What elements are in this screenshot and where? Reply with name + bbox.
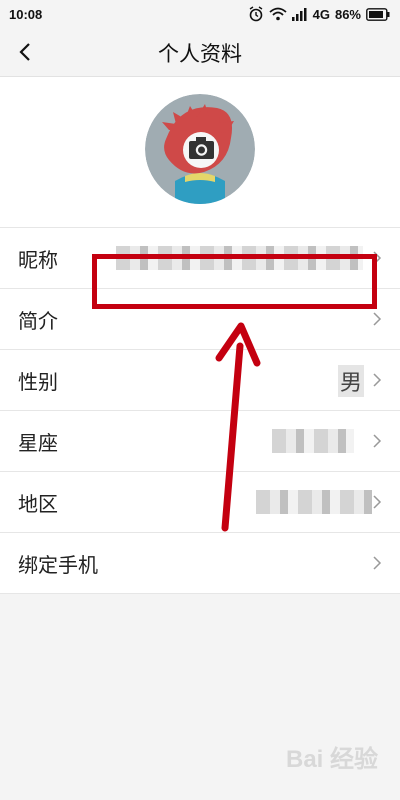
chevron-right-icon [373,251,382,265]
zodiac-row[interactable]: 星座 [0,411,400,472]
chevron-right-icon [373,373,382,387]
profile-rows: 昵称 简介 性别 男 星座 地区 绑定手机 [0,227,400,594]
page-title: 个人资料 [158,42,242,66]
nickname-value-blurred [116,246,363,270]
status-indicators: 4G 86% [248,6,390,22]
nickname-row[interactable]: 昵称 [0,228,400,289]
avatar[interactable] [145,94,255,204]
chevron-right-icon [373,495,382,509]
profile-section [0,77,400,227]
network-label: 4G [312,6,330,22]
zodiac-label: 星座 [18,431,58,455]
watermark: Bai 经验 [285,746,378,773]
signal-icon [291,8,307,21]
region-row[interactable]: 地区 [0,472,400,533]
chevron-right-icon [373,312,382,326]
bind-phone-label: 绑定手机 [18,553,98,577]
bind-phone-row[interactable]: 绑定手机 [0,533,400,594]
zodiac-value-blurred [272,429,354,453]
region-label: 地区 [18,492,58,516]
chevron-right-icon [373,434,382,448]
region-value-blurred [256,490,372,514]
alarm-icon [249,6,263,22]
wifi-icon [269,7,287,21]
status-bar: 10:08 4G 86% [0,0,400,28]
gender-row[interactable]: 性别 男 [0,350,400,411]
bio-row[interactable]: 简介 [0,289,400,350]
nickname-label: 昵称 [18,248,58,272]
battery-icon [366,7,390,21]
battery-label: 86% [334,6,361,22]
bio-label: 简介 [18,309,58,333]
nav-bar: 个人资料 [0,28,400,77]
fire-mascot-icon [145,94,255,204]
chevron-right-icon [373,556,382,570]
gender-label: 性别 [18,370,58,394]
status-time: 10:08 [9,7,43,22]
gender-value: 男 [337,365,364,397]
